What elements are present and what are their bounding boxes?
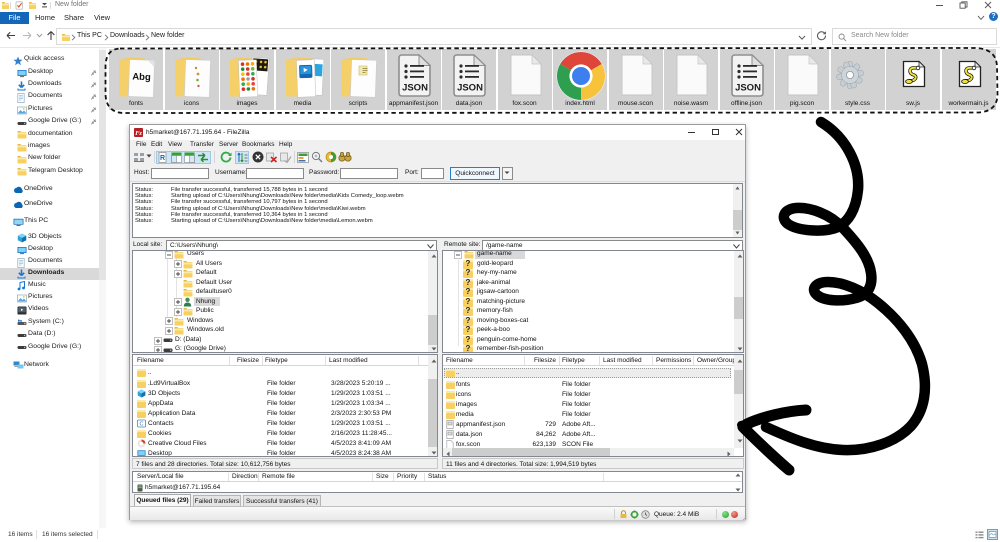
- svg-text:C: C: [140, 422, 144, 428]
- svg-text:Fz: Fz: [135, 130, 142, 137]
- svg-text:R: R: [160, 155, 165, 162]
